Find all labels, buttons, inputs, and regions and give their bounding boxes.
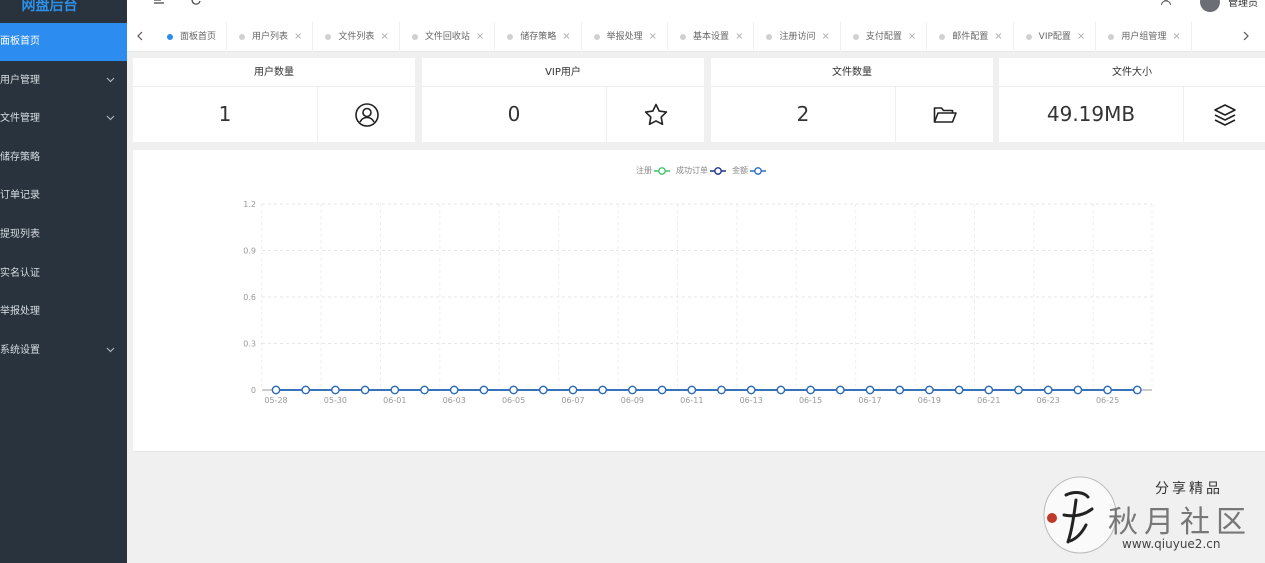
data-point — [1043, 385, 1053, 395]
y-tick-label: 0.3 — [243, 340, 256, 349]
x-tick-label: 06-01 — [383, 396, 406, 405]
y-tick-label: 0 — [251, 386, 256, 395]
data-point — [390, 385, 400, 395]
x-tick-label: 05-28 — [264, 396, 287, 405]
x-tick-label: 05-30 — [324, 396, 347, 405]
x-tick-label: 06-17 — [858, 396, 881, 405]
x-tick-label: 06-07 — [561, 396, 584, 405]
x-tick-label: 06-19 — [918, 396, 941, 405]
data-point — [539, 385, 548, 395]
data-point — [1103, 385, 1112, 395]
data-point — [598, 385, 607, 395]
y-tick-label: 0.6 — [243, 293, 256, 302]
data-point — [301, 385, 310, 395]
x-tick-label: 06-03 — [443, 396, 466, 405]
data-point — [954, 385, 964, 395]
data-point — [1133, 385, 1142, 395]
watermark-url: www.qiuyue2.cn — [1122, 537, 1221, 551]
data-point — [717, 385, 726, 395]
data-point — [449, 385, 459, 395]
data-point — [628, 385, 637, 395]
x-tick-label: 06-05 — [502, 396, 525, 405]
x-tick-label: 06-25 — [1096, 396, 1119, 405]
x-tick-label: 06-23 — [1037, 396, 1060, 405]
data-point — [1014, 385, 1023, 395]
data-point — [1073, 385, 1083, 395]
data-point — [687, 385, 697, 395]
x-tick-label: 06-11 — [680, 396, 703, 405]
data-point — [984, 385, 994, 395]
data-point — [479, 385, 489, 395]
x-tick-label: 06-15 — [799, 396, 822, 405]
watermark-logo — [1043, 476, 1117, 554]
data-point — [776, 385, 786, 395]
data-point — [865, 385, 875, 395]
data-point — [568, 385, 578, 395]
data-point — [836, 385, 845, 395]
watermark-brand: 秋月社区 — [1108, 505, 1252, 540]
watermark-tagline: 分享精品 — [1155, 481, 1223, 497]
data-point — [806, 385, 815, 395]
x-tick-label: 06-13 — [740, 396, 763, 405]
data-point — [925, 385, 934, 395]
data-point — [360, 385, 370, 395]
x-tick-label: 06-09 — [621, 396, 644, 405]
data-point — [509, 385, 518, 395]
data-point — [331, 385, 340, 395]
data-point — [746, 385, 756, 395]
data-point — [895, 385, 904, 395]
data-point — [420, 385, 429, 395]
data-point — [271, 385, 281, 395]
x-tick-label: 06-21 — [977, 396, 1000, 405]
data-point — [657, 385, 667, 395]
y-tick-label: 1.2 — [243, 200, 256, 209]
y-tick-label: 0.9 — [243, 247, 256, 256]
